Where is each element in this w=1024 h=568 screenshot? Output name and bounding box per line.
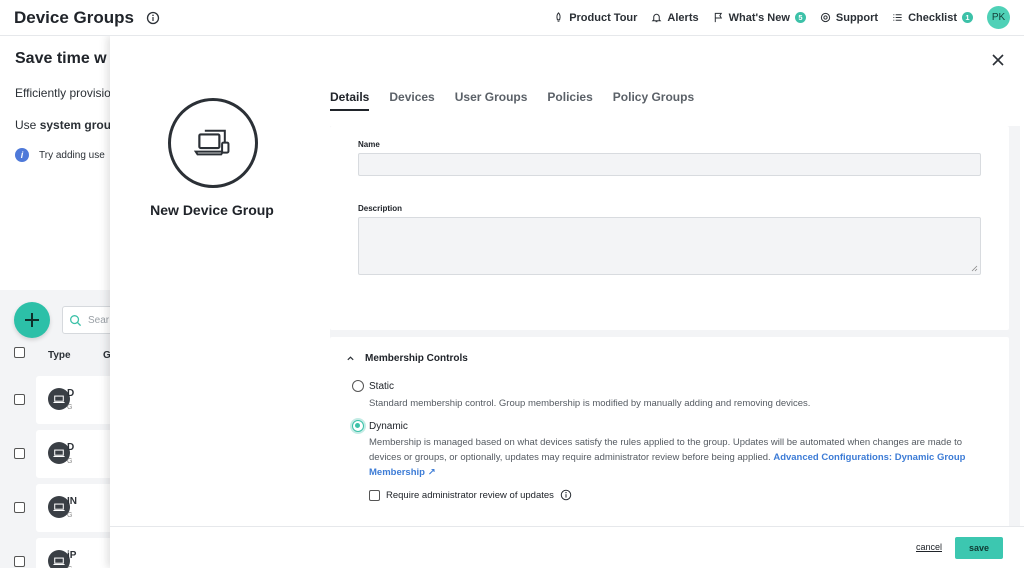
rocket-icon — [556, 12, 561, 22]
name-label: Name — [358, 140, 380, 149]
details-card: Name Description — [330, 126, 1009, 330]
search-icon — [70, 314, 82, 326]
membership-controls-toggle[interactable]: Membership Controls — [346, 353, 468, 364]
static-radio[interactable] — [352, 380, 364, 392]
row-checkbox[interactable] — [14, 394, 25, 405]
table-row[interactable]: IN G — [0, 484, 116, 532]
resize-handle-icon[interactable] — [971, 265, 978, 272]
row-name: IN — [67, 496, 77, 507]
info-icon[interactable] — [560, 489, 572, 501]
column-type: Type — [48, 350, 71, 361]
row-checkbox[interactable] — [14, 502, 25, 513]
nav-label: Product Tour — [569, 11, 638, 24]
modal-tabs: Details Devices User Groups Policies Pol… — [330, 90, 714, 111]
row-sub: G — [67, 458, 73, 465]
nav-label: Support — [835, 11, 879, 24]
avatar[interactable]: PK — [987, 6, 1010, 29]
tab-devices[interactable]: Devices — [389, 90, 434, 111]
list-header: Type G — [0, 346, 111, 368]
row-checkbox[interactable] — [14, 556, 25, 567]
group-list: Sear Type G D G D G IN G iP — [0, 290, 122, 568]
row-name: D — [67, 442, 75, 453]
nav-whats-new[interactable]: What's New 5 — [713, 12, 806, 24]
nav-product-tour[interactable]: Product Tour — [553, 12, 637, 24]
nav-label: What's New — [728, 11, 790, 24]
group-summary: New Device Group — [110, 36, 320, 526]
row-checkbox[interactable] — [14, 448, 25, 459]
list-icon — [893, 14, 902, 21]
nav-alerts[interactable]: Alerts — [651, 11, 699, 24]
new-device-group-modal: New Device Group Details Devices User Gr… — [110, 36, 1024, 568]
table-row[interactable]: D G — [0, 430, 116, 478]
table-row[interactable]: D G — [0, 376, 116, 424]
flag-icon — [714, 12, 722, 23]
external-link-icon: ↗ — [427, 467, 436, 478]
promo-panel: Save time w Efficiently provisio Use sys… — [0, 36, 112, 290]
description-input[interactable] — [358, 217, 981, 275]
modal-footer: cancel save — [110, 526, 1024, 568]
add-group-button[interactable] — [14, 302, 50, 338]
close-icon[interactable] — [990, 52, 1006, 68]
checklist-badge: 1 — [962, 12, 973, 23]
nav-checklist[interactable]: Checklist 1 — [892, 12, 973, 24]
promo-title: Save time w — [15, 50, 107, 67]
cancel-button[interactable]: cancel — [916, 542, 942, 552]
tab-user-groups[interactable]: User Groups — [455, 90, 528, 111]
info-icon: i — [15, 148, 29, 162]
admin-review-checkbox[interactable] — [369, 489, 380, 501]
row-sub: G — [67, 512, 73, 519]
tab-policy-groups[interactable]: Policy Groups — [613, 90, 694, 111]
row-name: iP — [67, 550, 77, 561]
background-page: Save time w Efficiently provisio Use sys… — [0, 36, 122, 568]
dynamic-description: Membership is managed based on what devi… — [369, 437, 966, 478]
details-content: Name Description Membership Controls Sta… — [330, 126, 1020, 526]
table-row[interactable]: iP G — [0, 538, 116, 568]
static-description: Standard membership control. Group membe… — [369, 398, 811, 409]
static-radio-option[interactable]: Static — [352, 380, 394, 392]
select-all-checkbox[interactable] — [14, 347, 25, 358]
nav-label: Checklist — [908, 11, 957, 24]
nav-support[interactable]: Support — [820, 12, 878, 24]
info-icon[interactable] — [146, 11, 160, 25]
promo-text: Efficiently provisio — [15, 86, 111, 100]
row-sub: G — [67, 404, 73, 411]
page-title: Device Groups — [14, 7, 134, 27]
whats-new-badge: 5 — [794, 12, 806, 23]
row-name: D — [67, 388, 75, 399]
device-group-icon — [168, 98, 258, 188]
tab-policies[interactable]: Policies — [547, 90, 592, 111]
nav-label: Alerts — [667, 11, 699, 24]
group-name: New Device Group — [150, 202, 274, 218]
save-button[interactable]: save — [955, 537, 1003, 559]
dynamic-radio[interactable] — [352, 420, 364, 432]
promo-tip: i Try adding use — [15, 148, 110, 162]
admin-review-option[interactable]: Require administrator review of updates — [369, 489, 572, 501]
promo-text-2: Use system grou — [15, 118, 112, 132]
description-label: Description — [358, 204, 403, 213]
plus-icon — [25, 313, 39, 327]
header-nav: Product Tour Alerts What's New 5 Support… — [539, 6, 1010, 29]
top-bar: Device Groups Product Tour Alerts What's… — [0, 0, 1024, 36]
bell-icon — [652, 13, 662, 23]
tab-details[interactable]: Details — [330, 90, 370, 111]
name-input[interactable] — [358, 153, 981, 176]
dynamic-radio-option[interactable]: Dynamic — [352, 420, 408, 432]
chevron-up-icon — [347, 356, 354, 361]
membership-controls-card: Membership Controls Static Standard memb… — [330, 337, 1009, 526]
lifebuoy-icon — [820, 12, 831, 23]
